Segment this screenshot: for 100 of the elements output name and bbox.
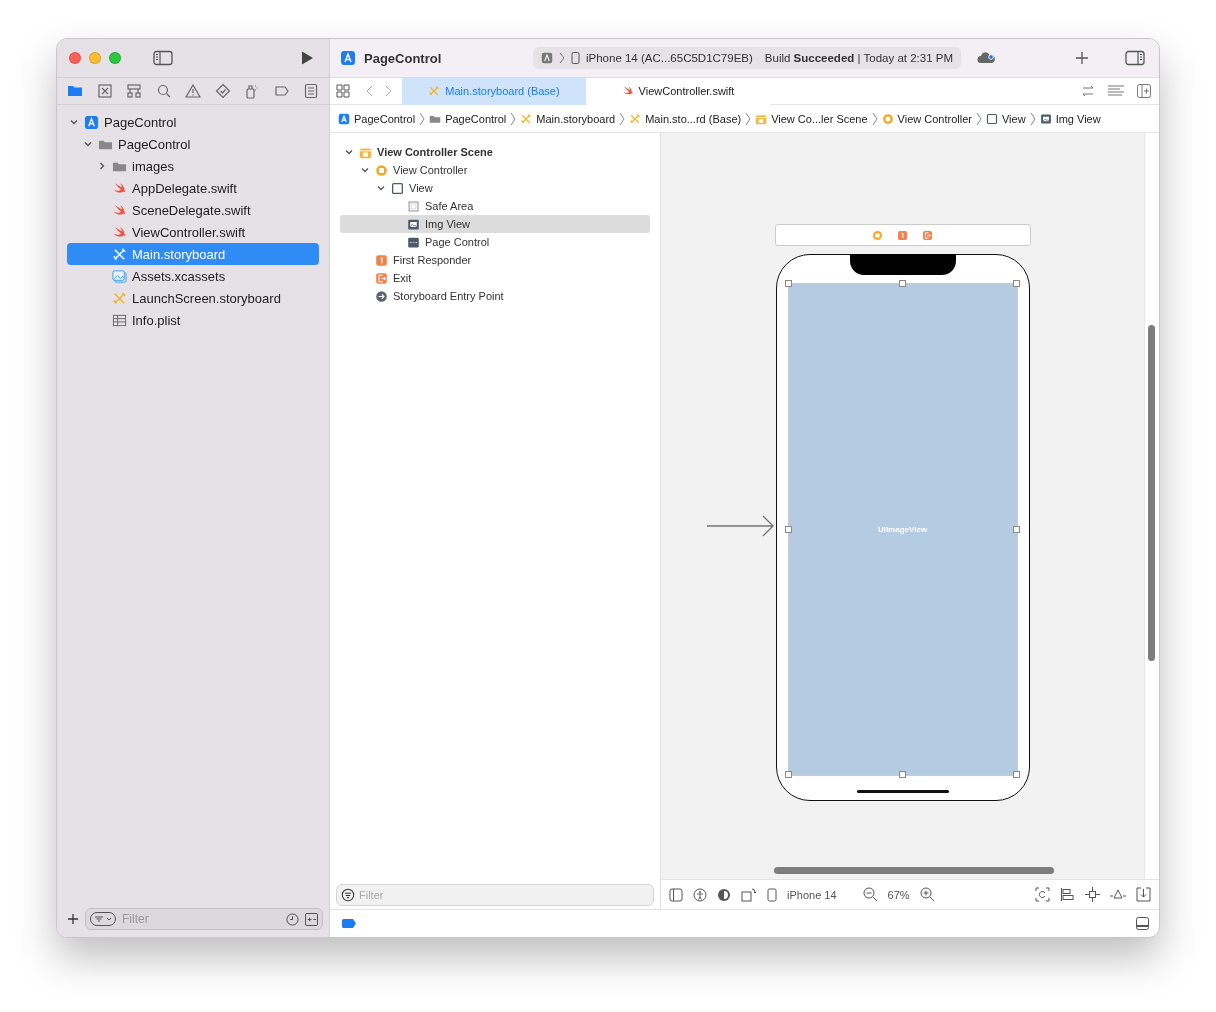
- file-item[interactable]: SceneDelegate.swift: [67, 199, 319, 221]
- device-selector[interactable]: iPhone 14: [787, 888, 837, 901]
- run-icon[interactable]: [299, 50, 315, 66]
- controller-icon: [881, 112, 894, 125]
- swap-icon[interactable]: [1081, 84, 1095, 98]
- rotate-icon[interactable]: [741, 887, 757, 902]
- file-item[interactable]: images: [67, 155, 319, 177]
- file-item[interactable]: PageControl: [67, 111, 319, 133]
- disclosure-icon[interactable]: [376, 183, 386, 193]
- outline-item[interactable]: First Responder: [340, 251, 650, 269]
- inspector-toggle-icon[interactable]: [1125, 50, 1145, 66]
- resize-handle[interactable]: [898, 280, 906, 287]
- storyboard-icon: [428, 85, 441, 97]
- zoom-out-icon[interactable]: [862, 887, 878, 902]
- controller-icon: [375, 163, 388, 177]
- disclosure-icon[interactable]: [83, 139, 93, 149]
- source-control-icon[interactable]: [96, 83, 113, 99]
- chevron-icon: [619, 111, 626, 126]
- responder-icon: [897, 229, 908, 241]
- resize-handle[interactable]: [1012, 525, 1020, 533]
- add-icon[interactable]: [1075, 51, 1089, 65]
- scrollbar[interactable]: [1148, 325, 1155, 661]
- chevron-icon: [419, 111, 426, 126]
- run-destination[interactable]: iPhone 14 (AC...65C5D1C79EB): [585, 52, 753, 64]
- table-icon: [112, 312, 127, 328]
- breadcrumb-item[interactable]: View: [985, 112, 1026, 125]
- chevron-icon: [871, 111, 878, 126]
- file-item[interactable]: ViewController.swift: [67, 221, 319, 243]
- hierarchy-icon[interactable]: [126, 83, 142, 99]
- diamond-check-icon[interactable]: [214, 83, 231, 99]
- breadcrumb-item[interactable]: Main.storyboard: [520, 112, 616, 125]
- add-icon[interactable]: [67, 913, 79, 925]
- add-editor-icon[interactable]: [1137, 84, 1151, 98]
- resolve-icon[interactable]: [1110, 887, 1126, 902]
- chevron-icon: [1029, 111, 1036, 126]
- report-icon[interactable]: [303, 83, 319, 99]
- file-item[interactable]: AppDelegate.swift: [67, 177, 319, 199]
- resize-handle[interactable]: [784, 771, 792, 778]
- resize-handle[interactable]: [1012, 280, 1020, 287]
- forward-icon[interactable]: [384, 85, 392, 97]
- outline-item[interactable]: View Controller: [340, 161, 650, 179]
- grid-icon[interactable]: [336, 84, 350, 98]
- back-icon[interactable]: [366, 85, 374, 97]
- storyboard-icon: [112, 246, 127, 262]
- image-view-icon: [1039, 112, 1052, 125]
- accessibility-icon[interactable]: [693, 887, 707, 902]
- entry-arrow: [706, 514, 775, 538]
- file-item[interactable]: PageControl: [67, 133, 319, 155]
- app-icon: [340, 50, 356, 66]
- outline-item[interactable]: Storyboard Entry Point: [340, 287, 650, 305]
- close-button[interactable]: [69, 52, 81, 64]
- update-frames-icon[interactable]: [1035, 887, 1050, 902]
- resize-handle[interactable]: [784, 280, 792, 287]
- zoom-in-icon[interactable]: [919, 887, 935, 902]
- responder-icon: [375, 253, 388, 267]
- disclosure-icon[interactable]: [69, 117, 79, 127]
- search-icon[interactable]: [155, 83, 172, 99]
- breakpoint-icon[interactable]: [342, 919, 356, 928]
- phone-icon[interactable]: [767, 887, 777, 902]
- phone-icon: [570, 52, 580, 64]
- disclosure-icon[interactable]: [344, 147, 354, 157]
- filter-icon[interactable]: [341, 888, 355, 902]
- breadcrumb-item[interactable]: View Controller: [881, 112, 972, 125]
- outline-item[interactable]: Page Control: [340, 233, 650, 251]
- breadcrumb-item[interactable]: Main.sto...rd (Base): [629, 112, 742, 125]
- zoom-button[interactable]: [109, 52, 121, 64]
- disclosure-icon[interactable]: [360, 165, 370, 175]
- breadcrumb-item[interactable]: View Co...ler Scene: [755, 112, 868, 125]
- outline-item[interactable]: Img View: [340, 215, 650, 233]
- outline-item[interactable]: View Controller Scene: [340, 143, 650, 161]
- resize-handle[interactable]: [898, 771, 906, 778]
- outline-item[interactable]: Safe Area: [340, 197, 650, 215]
- folder-icon[interactable]: [67, 83, 83, 99]
- sidebar-toggle-icon[interactable]: [153, 50, 173, 66]
- file-item[interactable]: Info.plist: [67, 309, 319, 331]
- disclosure-icon[interactable]: [97, 161, 107, 171]
- appearance-icon[interactable]: [717, 887, 731, 902]
- outline-item[interactable]: Exit: [340, 269, 650, 287]
- warning-icon[interactable]: [185, 83, 201, 99]
- outline-item[interactable]: View: [340, 179, 650, 197]
- breakpoint-icon[interactable]: [273, 83, 290, 99]
- scrollbar[interactable]: [774, 867, 1054, 874]
- constraints-icon[interactable]: [1085, 887, 1100, 902]
- file-item[interactable]: Assets.xcassets: [67, 265, 319, 287]
- scene-icon: [755, 112, 768, 125]
- breadcrumb-item[interactable]: PageControl: [338, 112, 416, 125]
- app-icon: [338, 112, 350, 125]
- cloud-icon[interactable]: [977, 51, 997, 65]
- breadcrumb-item[interactable]: PageControl: [429, 112, 507, 125]
- exit-icon: [922, 229, 933, 241]
- debug-area-toggle-icon[interactable]: [1136, 917, 1149, 930]
- embed-icon[interactable]: [1136, 887, 1151, 902]
- resize-handle[interactable]: [784, 525, 792, 533]
- breadcrumb-item[interactable]: Img View: [1039, 112, 1101, 125]
- file-item[interactable]: LaunchScreen.storyboard: [67, 287, 319, 309]
- swift-icon: [112, 224, 127, 240]
- align-icon[interactable]: [1060, 887, 1075, 902]
- spray-icon[interactable]: [244, 83, 260, 99]
- panel-icon[interactable]: [669, 887, 683, 902]
- resize-handle[interactable]: [1012, 771, 1020, 778]
